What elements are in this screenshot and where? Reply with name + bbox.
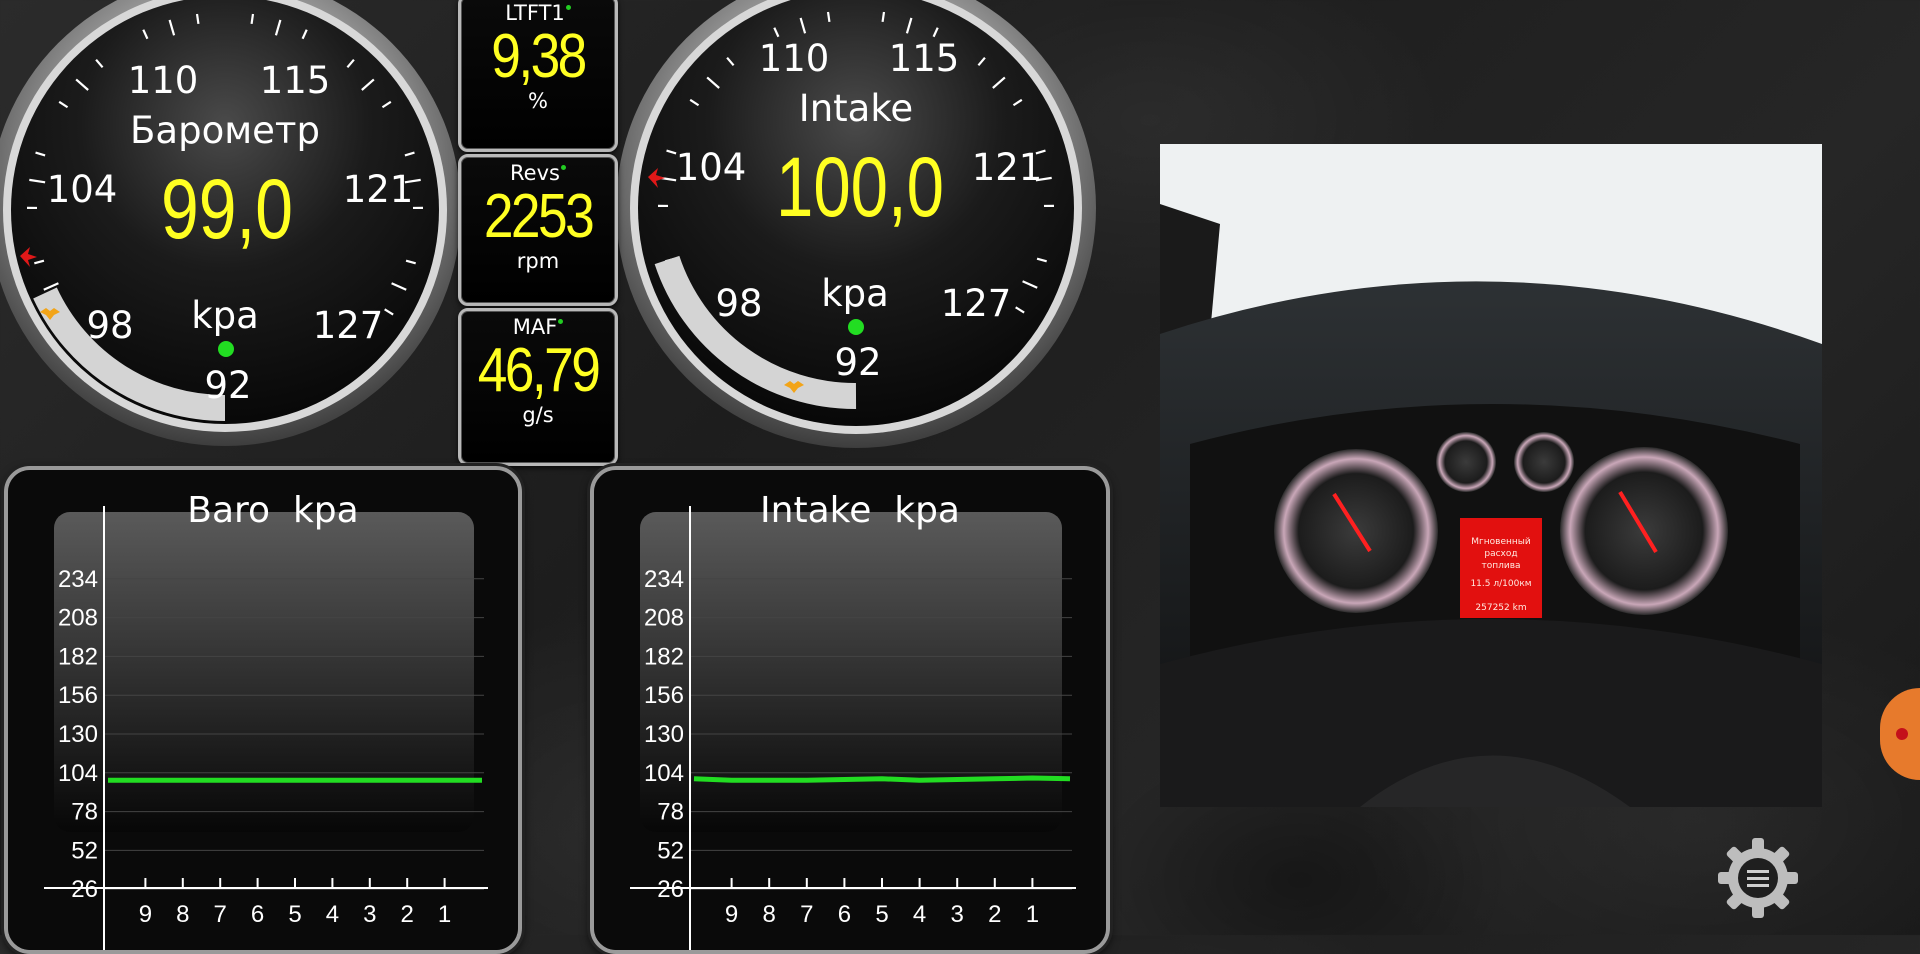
chart-x-tick-label: 4 <box>913 901 926 928</box>
chart-y-tick-label: 182 <box>644 643 684 670</box>
chart-x-tick-label: 9 <box>725 901 738 928</box>
baro-gauge-title: Барометр <box>130 109 320 152</box>
intake-gauge-unit: kpa <box>821 272 889 315</box>
dashboard-photo: Мгновенный расход топлива 11.5 л/100км 2… <box>1160 144 1822 807</box>
chart-y-tick-label: 208 <box>644 605 684 632</box>
chart-x-tick-label: 6 <box>838 901 851 928</box>
chart-x-tick-label: 3 <box>363 901 376 928</box>
gauge-tick <box>828 12 829 22</box>
svg-text:127: 127 <box>941 282 1012 325</box>
intake-gauge-status-dot <box>848 319 864 335</box>
gauge-tick <box>883 12 884 22</box>
record-dot-icon <box>1896 728 1908 740</box>
svg-text:121: 121 <box>343 168 414 211</box>
record-button[interactable] <box>1880 688 1920 780</box>
chart-y-tick-label: 26 <box>71 876 98 903</box>
svg-text:98: 98 <box>86 304 133 347</box>
gear-menu-icon <box>1716 836 1800 920</box>
chart-x-tick-label: 2 <box>988 901 1001 928</box>
svg-text:121: 121 <box>972 146 1043 189</box>
status-dot-icon <box>561 165 566 170</box>
chart-y-tick-label: 78 <box>71 799 98 826</box>
chart-y-tick-label: 104 <box>644 760 684 787</box>
svg-text:92: 92 <box>204 364 251 407</box>
gauge-tick <box>197 14 198 24</box>
chart-y-tick-label: 104 <box>58 760 98 787</box>
intake-chart[interactable]: 234 208 182 156 130 104 78 52 26 987654321 Intake … <box>590 466 1110 954</box>
chart-x-tick-label: 1 <box>1026 901 1039 928</box>
chart-y-tick-label: 182 <box>58 643 98 670</box>
baro-gauge-value: 99,0 <box>161 162 293 256</box>
chart-y-tick-label: 26 <box>657 876 684 903</box>
intake-gauge-value: 100,0 <box>776 140 944 234</box>
status-dot-icon <box>566 5 571 10</box>
chart-x-tick-label: 8 <box>176 901 189 928</box>
maf-value: 46,79 <box>472 339 604 403</box>
svg-text:98: 98 <box>715 282 762 325</box>
svg-text:115: 115 <box>260 59 331 102</box>
ltft1-unit: % <box>461 89 615 113</box>
chart-y-tick-label: 78 <box>657 799 684 826</box>
svg-text:11.5 л/100км: 11.5 л/100км <box>1470 579 1531 589</box>
ltft1-panel[interactable]: LTFT1 9,38 % <box>458 0 618 152</box>
svg-text:топлива: топлива <box>1481 561 1520 571</box>
svg-text:257252 km: 257252 km <box>1475 603 1526 613</box>
svg-text:127: 127 <box>313 304 384 347</box>
chart-x-tick-label: 2 <box>401 901 414 928</box>
chart-y-tick-label: 52 <box>71 837 98 864</box>
intake-chart-svg: 234 208 182 156 130 104 78 52 26 987654321 Intake … <box>594 470 1106 950</box>
baro-gauge-status-dot <box>218 341 234 357</box>
chart-y-tick-label: 156 <box>58 682 98 709</box>
baro-chart-svg: 234 208 182 156 130 104 78 52 26 987654321 Baro kp… <box>8 470 518 950</box>
revs-value: 2253 <box>472 185 604 249</box>
status-dot-icon <box>558 319 563 324</box>
chart-series-line <box>694 778 1070 780</box>
ltft1-value: 9,38 <box>472 25 604 89</box>
svg-text:110: 110 <box>128 59 199 102</box>
intake-gauge-title: Intake <box>799 87 913 130</box>
chart-x-tick-label: 9 <box>139 901 152 928</box>
maf-panel[interactable]: MAF 46,79 g/s <box>458 308 618 466</box>
chart-y-tick-label: 130 <box>58 721 98 748</box>
chart-y-tick-label: 234 <box>58 566 98 593</box>
baro-gauge-unit: kpa <box>191 294 259 337</box>
baro-chart[interactable]: 234 208 182 156 130 104 78 52 26 987654321 Baro kp… <box>4 466 522 954</box>
chart-x-tick-label: 7 <box>800 901 813 928</box>
settings-button[interactable] <box>1716 836 1800 920</box>
revs-panel[interactable]: Revs 2253 rpm <box>458 154 618 306</box>
chart-y-tick-label: 208 <box>58 605 98 632</box>
svg-text:92: 92 <box>834 341 881 384</box>
chart-x-tick-label: 5 <box>875 901 888 928</box>
chart-plot-area <box>54 512 474 832</box>
revs-unit: rpm <box>461 249 615 273</box>
svg-text:115: 115 <box>889 37 960 80</box>
chart-title: Intake kpa <box>760 490 960 531</box>
svg-text:104: 104 <box>47 168 118 211</box>
gauge-tick <box>252 14 253 24</box>
chart-x-tick-label: 1 <box>438 901 451 928</box>
chart-x-tick-label: 7 <box>214 901 227 928</box>
svg-text:104: 104 <box>676 146 747 189</box>
svg-text:расход: расход <box>1484 549 1517 559</box>
chart-x-tick-label: 5 <box>288 901 301 928</box>
chart-y-tick-label: 156 <box>644 682 684 709</box>
chart-x-tick-label: 3 <box>951 901 964 928</box>
maf-unit: g/s <box>461 403 615 427</box>
chart-y-tick-label: 130 <box>644 721 684 748</box>
chart-x-tick-label: 6 <box>251 901 264 928</box>
chart-x-tick-label: 4 <box>326 901 339 928</box>
svg-text:Мгновенный: Мгновенный <box>1471 537 1531 547</box>
intake-gauge[interactable]: 110 115 104 121 98 127 92 Intake 100,0 k… <box>612 0 1102 462</box>
chart-plot-area <box>640 512 1062 832</box>
chart-y-tick-label: 234 <box>644 566 684 593</box>
chart-y-tick-label: 52 <box>657 837 684 864</box>
baro-gauge[interactable]: 110 115 104 121 98 127 92 Барометр 99,0 … <box>0 0 462 462</box>
chart-x-tick-label: 8 <box>763 901 776 928</box>
svg-text:110: 110 <box>759 37 830 80</box>
chart-title: Baro kpa <box>187 490 358 531</box>
